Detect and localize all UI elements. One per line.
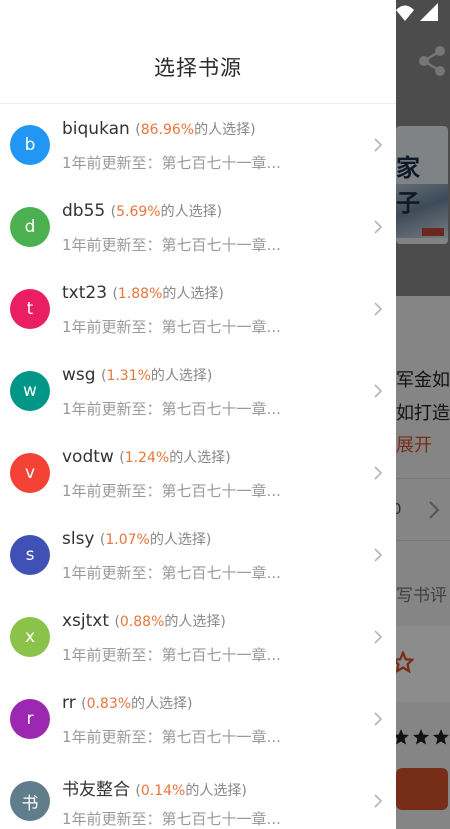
source-percentage: 1.24% — [124, 450, 170, 466]
source-percentage: 1.31% — [106, 368, 151, 384]
chevron-right-icon — [374, 712, 383, 726]
drawer-title: 选择书源 — [154, 56, 242, 80]
source-name: xsjtxt — [62, 611, 110, 631]
source-percentage-suffix: 的人选择 — [160, 204, 217, 220]
source-item[interactable]: r rr (0.83%的人选择) 1年前更新至：第七百七十一章... — [0, 678, 396, 760]
source-avatar: r — [10, 699, 50, 739]
status-bar-icons — [396, 3, 438, 21]
chevron-right-icon — [374, 548, 383, 562]
source-percentage: 5.69% — [116, 204, 161, 220]
source-percentage: 86.96% — [140, 122, 195, 138]
source-item[interactable]: x xsjtxt (0.88%的人选择) 1年前更新至：第七百七十一章... — [0, 596, 396, 678]
source-name: biqukan — [62, 119, 130, 139]
source-name: txt23 — [62, 283, 108, 303]
source-item[interactable]: v vodtw (1.24%的人选择) 1年前更新至：第七百七十一章... — [0, 432, 396, 514]
source-item[interactable]: s slsy (1.07%的人选择) 1年前更新至：第七百七十一章... — [0, 514, 396, 596]
source-avatar: v — [10, 453, 50, 493]
source-name: slsy — [62, 529, 95, 549]
source-list: b biqukan (86.96%的人选择) 1年前更新至：第七百七十一章...… — [0, 104, 396, 829]
source-update-info: 1年前更新至：第七百七十一章... — [62, 646, 281, 664]
wifi-icon — [396, 5, 414, 21]
source-selection-drawer: 选择书源 b biqukan (86.96%的人选择) 1年前更新至：第七百七十… — [0, 0, 396, 829]
source-update-info: 1年前更新至：第七百七十一章... — [62, 728, 281, 746]
source-percentage: 0.88% — [119, 614, 165, 630]
source-percentage-suffix: 的人选择 — [194, 122, 251, 138]
source-percentage-suffix: 的人选择 — [150, 368, 207, 384]
source-avatar: b — [10, 125, 50, 165]
source-percentage: 0.14% — [140, 783, 186, 799]
source-update-info: 1年前更新至：第七百七十一章... — [62, 236, 281, 254]
source-update-info: 1年前更新至：第七百七十一章... — [62, 318, 281, 336]
source-name: vodtw — [62, 447, 114, 467]
chevron-right-icon — [374, 302, 383, 316]
chevron-right-icon — [374, 630, 383, 644]
source-avatar: t — [10, 289, 50, 329]
source-name: 书友整合 — [62, 780, 130, 800]
source-item[interactable]: d db55 (5.69%的人选择) 1年前更新至：第七百七十一章... — [0, 186, 396, 268]
source-update-info: 1年前更新至：第七百七十一章... — [62, 400, 281, 418]
source-update-info: 1年前更新至：第七百七十一章... — [62, 810, 281, 828]
source-avatar: x — [10, 617, 50, 657]
source-avatar: s — [10, 535, 50, 575]
source-name: wsg — [62, 365, 96, 385]
source-percentage: 1.88% — [117, 286, 163, 302]
source-avatar: w — [10, 371, 50, 411]
source-update-info: 1年前更新至：第七百七十一章... — [62, 482, 281, 500]
source-percentage: 0.83% — [86, 696, 132, 712]
signal-icon — [420, 3, 438, 21]
source-name: rr — [62, 693, 76, 713]
chevron-right-icon — [374, 138, 383, 152]
source-percentage-suffix: 的人选择 — [164, 614, 221, 630]
source-item[interactable]: w wsg (1.31%的人选择) 1年前更新至：第七百七十一章... — [0, 350, 396, 432]
chevron-right-icon — [374, 794, 383, 808]
source-name: db55 — [62, 201, 106, 221]
chevron-right-icon — [374, 466, 383, 480]
source-avatar: 书 — [10, 781, 50, 821]
source-item[interactable]: b biqukan (86.96%的人选择) 1年前更新至：第七百七十一章... — [0, 104, 396, 186]
chevron-right-icon — [374, 220, 383, 234]
source-update-info: 1年前更新至：第七百七十一章... — [62, 154, 281, 172]
source-percentage-suffix: 的人选择 — [169, 450, 226, 466]
source-percentage: 1.07% — [105, 532, 150, 548]
source-item[interactable]: t txt23 (1.88%的人选择) 1年前更新至：第七百七十一章... — [0, 268, 396, 350]
source-update-info: 1年前更新至：第七百七十一章... — [62, 564, 281, 582]
source-percentage-suffix: 的人选择 — [162, 286, 219, 302]
source-percentage-suffix: 的人选择 — [131, 696, 188, 712]
source-item[interactable]: 书 书友整合 (0.14%的人选择) 1年前更新至：第七百七十一章... — [0, 760, 396, 829]
source-percentage-suffix: 的人选择 — [149, 532, 206, 548]
source-avatar: d — [10, 207, 50, 247]
chevron-right-icon — [374, 384, 383, 398]
source-percentage-suffix: 的人选择 — [185, 783, 242, 799]
